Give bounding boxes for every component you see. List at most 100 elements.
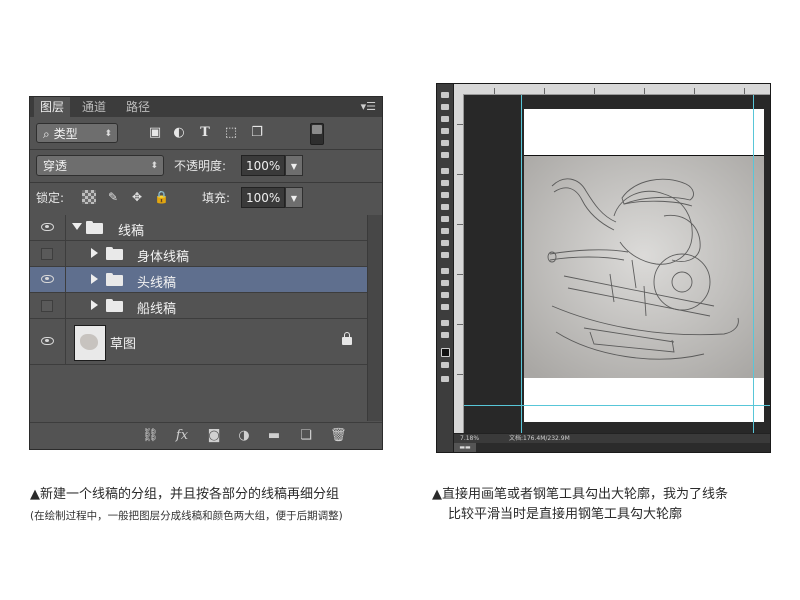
visibility-toggle[interactable]	[30, 215, 66, 240]
visibility-toggle[interactable]	[30, 267, 66, 292]
shape-filter-icon[interactable]: ⬚	[222, 124, 240, 142]
hand-tool-icon[interactable]	[441, 320, 449, 326]
folder-icon	[86, 221, 103, 234]
blend-mode-select[interactable]: 穿透 ⬍	[36, 155, 164, 176]
lasso-tool-icon[interactable]	[441, 116, 449, 122]
pen-tool-icon[interactable]	[441, 268, 449, 274]
layers-panel: 图层 通道 路径 ▾☰ ⌕ 类型 ⬍ ▣ ◐ T ⬚ ❐ 穿透 ⬍ 不透明度: …	[29, 96, 383, 450]
right-caption-line1: ▲直接用画笔或者钢笔工具勾出大轮廓，我为了线条	[432, 487, 728, 502]
new-layer-icon[interactable]: ❏	[298, 428, 314, 444]
guide-line[interactable]	[521, 95, 522, 434]
crop-tool-icon[interactable]	[441, 140, 449, 146]
lock-label: 锁定:	[36, 191, 65, 205]
opacity-field[interactable]: 100%	[241, 155, 285, 176]
canvas-workspace[interactable]	[464, 95, 770, 434]
healing-tool-icon[interactable]	[441, 168, 449, 174]
layer-name: 头线稿	[137, 276, 177, 291]
layer-row-group-body[interactable]: 身体线稿	[30, 241, 368, 267]
status-bar: 7.18% 文档:176.4M/232.9M	[454, 433, 770, 443]
pixel-filter-icon[interactable]: ▣	[146, 124, 164, 142]
tab-channels[interactable]: 通道	[76, 97, 112, 117]
tab-paths[interactable]: 路径	[120, 97, 156, 117]
layer-name: 船线稿	[137, 302, 177, 317]
document-info[interactable]: 文档:176.4M/232.9M	[509, 434, 570, 443]
eyedropper-tool-icon[interactable]	[441, 152, 449, 158]
guide-line[interactable]	[464, 405, 770, 406]
stamp-tool-icon[interactable]	[441, 192, 449, 198]
guide-line[interactable]	[753, 95, 754, 434]
folder-icon	[106, 247, 123, 260]
blend-mode-value: 穿透	[43, 159, 68, 173]
foreground-color-icon[interactable]	[441, 348, 450, 357]
trash-icon[interactable]: 🗑	[330, 428, 347, 444]
magic-wand-tool-icon[interactable]	[441, 128, 449, 134]
search-icon: ⌕	[43, 127, 50, 141]
mask-icon[interactable]: ◙	[206, 428, 222, 444]
filter-row: ⌕ 类型 ⬍ ▣ ◐ T ⬚ ❐	[34, 121, 378, 147]
layer-row-group-head[interactable]: 头线稿	[30, 267, 368, 293]
collapse-arrow-icon[interactable]	[91, 274, 98, 284]
lock-move-icon[interactable]: ✥	[130, 190, 144, 204]
layer-row-group-boat[interactable]: 船线稿	[30, 293, 368, 319]
fill-dropdown-icon[interactable]: ▼	[285, 187, 303, 208]
scrollbar[interactable]	[367, 215, 382, 421]
visibility-toggle[interactable]	[30, 319, 66, 364]
elephant-sketch	[524, 156, 764, 378]
panel-footer: ⛓ fx ◙ ◑ ▬ ❏ 🗑	[30, 422, 382, 449]
type-tool-icon[interactable]	[441, 280, 449, 286]
type-filter-icon[interactable]: T	[196, 124, 214, 142]
canvas-window: 7.18% 文档:176.4M/232.9M ▬▬	[436, 83, 771, 453]
tab-layers[interactable]: 图层	[34, 97, 71, 117]
link-icon[interactable]: ⛓	[142, 428, 159, 444]
marquee-tool-icon[interactable]	[441, 104, 449, 110]
opacity-label: 不透明度:	[174, 159, 227, 173]
left-caption: ▲新建一个线稿的分组，并且按各部分的线稿再细分组	[30, 487, 339, 502]
collapse-arrow-icon[interactable]	[91, 300, 98, 310]
adjustment-icon[interactable]: ◑	[236, 428, 252, 444]
divider	[30, 182, 382, 183]
visibility-toggle[interactable]	[30, 241, 66, 266]
blur-tool-icon[interactable]	[441, 240, 449, 246]
fx-icon[interactable]: fx	[174, 428, 190, 444]
blend-row: 穿透 ⬍ 不透明度: 100% ▼	[34, 153, 378, 179]
quick-mask-icon[interactable]	[441, 362, 449, 368]
adjustment-filter-icon[interactable]: ◐	[170, 124, 188, 142]
layer-name: 线稿	[118, 224, 145, 239]
eye-icon	[41, 275, 54, 283]
lock-icon	[342, 332, 352, 345]
move-tool-icon[interactable]	[441, 92, 449, 98]
fill-field[interactable]: 100%	[241, 187, 285, 208]
panel-tab-bar: 图层 通道 路径 ▾☰	[30, 97, 382, 117]
layer-row-group-xiangao[interactable]: 线稿	[30, 215, 368, 241]
gradient-tool-icon[interactable]	[441, 228, 449, 234]
collapse-arrow-icon[interactable]	[91, 248, 98, 258]
opacity-dropdown-icon[interactable]: ▼	[285, 155, 303, 176]
expand-arrow-icon[interactable]	[72, 223, 82, 230]
brush-tool-icon[interactable]	[441, 180, 449, 186]
history-brush-tool-icon[interactable]	[441, 204, 449, 210]
dodge-tool-icon[interactable]	[441, 252, 449, 258]
zoom-level[interactable]: 7.18%	[460, 434, 479, 443]
timeline-tab[interactable]: ▬▬	[454, 443, 476, 452]
visibility-toggle[interactable]	[30, 293, 66, 318]
folder-icon	[106, 273, 123, 286]
lock-brush-icon[interactable]: ✎	[106, 190, 120, 204]
zoom-tool-icon[interactable]	[441, 332, 449, 338]
layer-row-sketch[interactable]: 草图	[30, 319, 368, 365]
screen-mode-icon[interactable]	[441, 376, 449, 382]
filter-toggle[interactable]	[310, 123, 324, 145]
panel-menu-icon[interactable]: ▾☰	[361, 100, 376, 113]
new-group-icon[interactable]: ▬	[266, 428, 282, 444]
lock-transparent-icon[interactable]	[82, 190, 96, 204]
filter-kind-select[interactable]: ⌕ 类型 ⬍	[36, 123, 118, 143]
layer-name: 草图	[110, 337, 137, 352]
shape-tool-icon[interactable]	[441, 304, 449, 310]
path-select-tool-icon[interactable]	[441, 292, 449, 298]
smart-object-filter-icon[interactable]: ❐	[248, 124, 266, 142]
ruler-vertical	[454, 94, 464, 434]
left-caption-note: (在绘制过程中，一般把图层分成线稿和颜色两大组，便于后期调整)	[30, 510, 343, 522]
updown-icon: ⬍	[150, 161, 158, 171]
hidden-box-icon	[41, 248, 53, 260]
eraser-tool-icon[interactable]	[441, 216, 449, 222]
lock-all-icon[interactable]: 🔒	[154, 190, 169, 204]
